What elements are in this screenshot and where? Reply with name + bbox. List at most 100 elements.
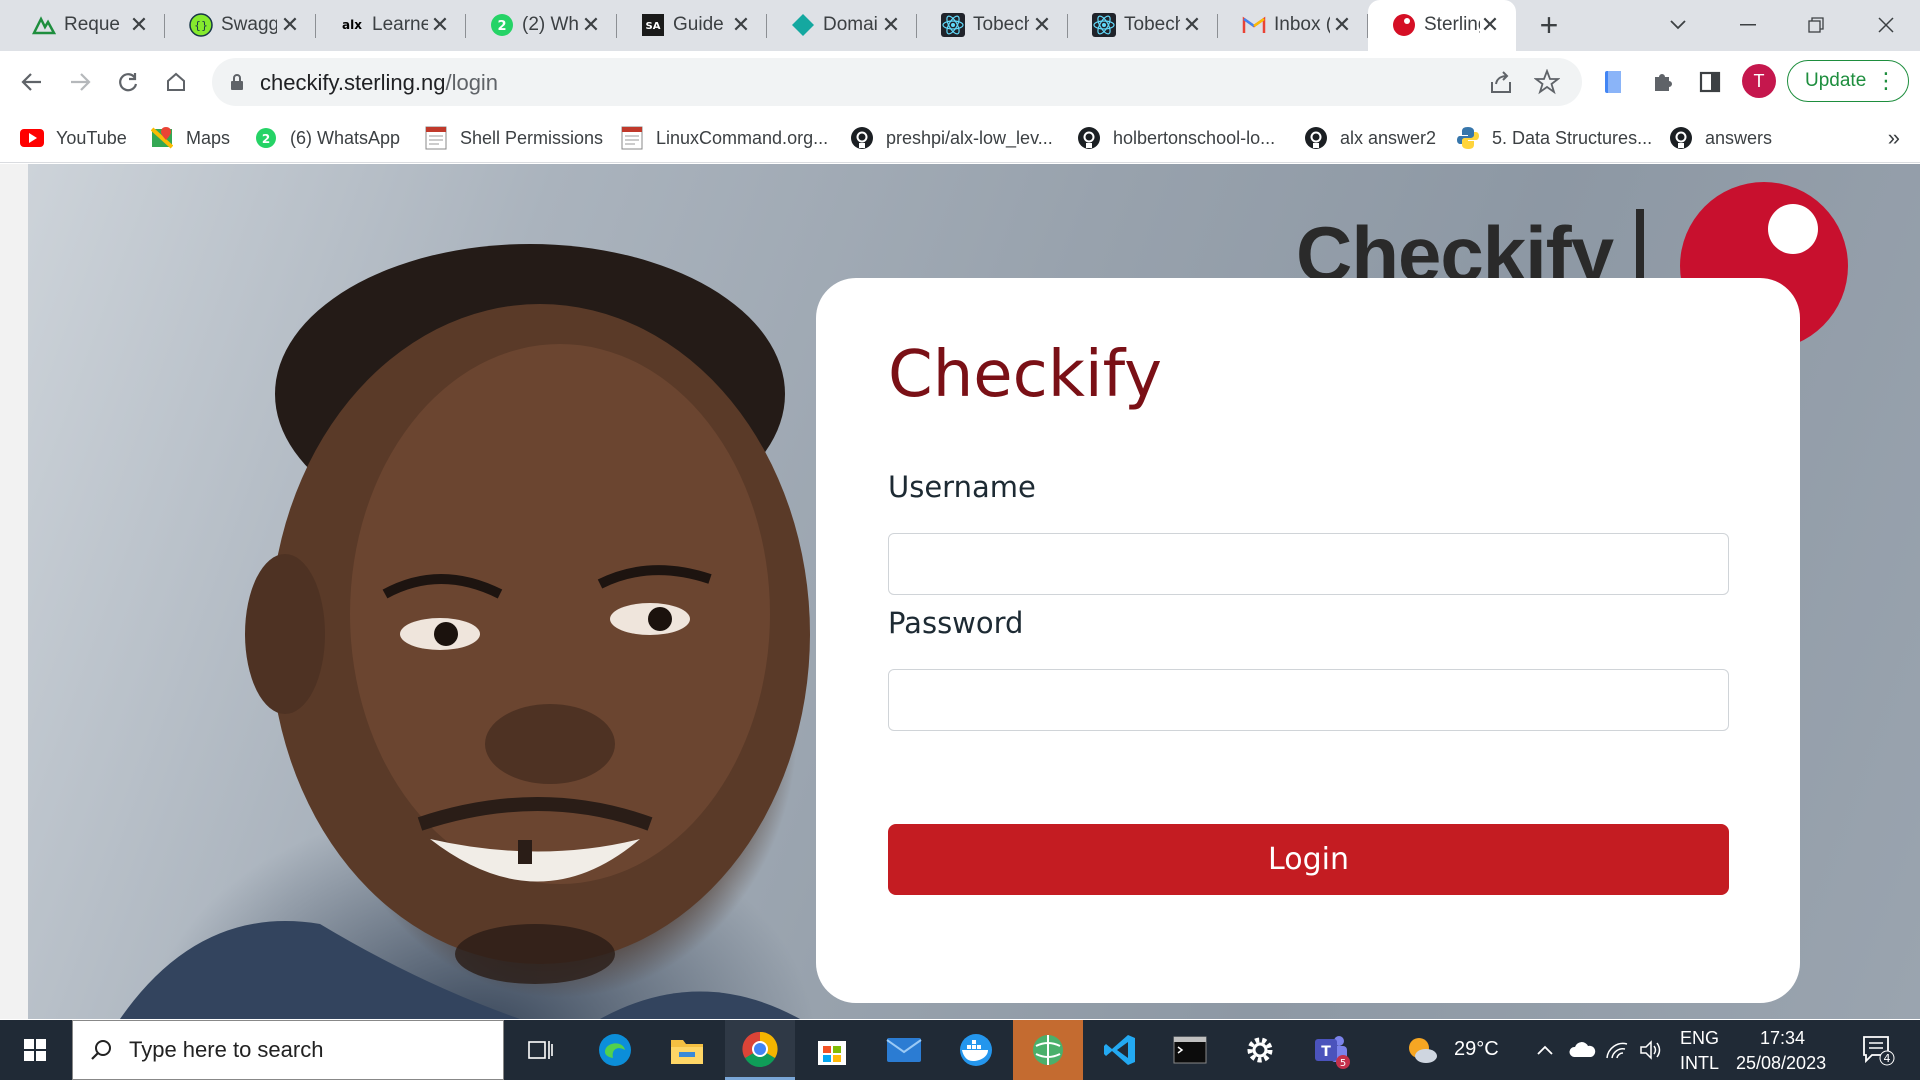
- close-icon[interactable]: ✕: [278, 13, 302, 37]
- language-bottom[interactable]: INTL: [1680, 1053, 1719, 1074]
- minimize-icon: [1740, 24, 1756, 26]
- react-icon: [941, 13, 965, 37]
- close-window-button[interactable]: [1866, 8, 1906, 42]
- tab-search-button[interactable]: [1658, 8, 1698, 42]
- tray-overflow-button[interactable]: [1528, 1020, 1562, 1080]
- cloud-icon: [1569, 1042, 1596, 1057]
- tab-whatsapp[interactable]: 2 (2) WhatsApp ✕: [466, 0, 617, 51]
- close-icon[interactable]: ✕: [1330, 13, 1354, 37]
- side-panel-button[interactable]: [1692, 64, 1728, 100]
- close-icon[interactable]: ✕: [879, 13, 903, 37]
- clock-date[interactable]: 25/08/2023: [1736, 1053, 1826, 1074]
- close-icon[interactable]: ✕: [1180, 13, 1204, 37]
- volume-button[interactable]: [1634, 1020, 1668, 1080]
- notifications-button[interactable]: 4: [1848, 1020, 1908, 1080]
- whatsapp-icon: 2: [254, 126, 278, 150]
- extensions-button[interactable]: [1644, 64, 1680, 100]
- close-icon: [1878, 17, 1894, 33]
- tab-learner[interactable]: alx Learner ✕: [316, 0, 466, 51]
- update-button[interactable]: Update ⋮: [1787, 60, 1909, 102]
- close-icon[interactable]: ✕: [579, 13, 603, 37]
- url-text[interactable]: checkify.sterling.ng/login: [260, 70, 498, 96]
- windows-taskbar: Type here to search T5 29°C ENG INTL 17:…: [0, 1020, 1920, 1080]
- start-button[interactable]: [0, 1020, 70, 1080]
- tab-tobechi-1[interactable]: Tobechi ✕: [917, 0, 1068, 51]
- login-button[interactable]: Login: [888, 824, 1729, 895]
- bookmark-star-icon[interactable]: [1533, 68, 1561, 95]
- taskbar-mail[interactable]: [869, 1020, 939, 1080]
- taskbar-app-globe[interactable]: [1013, 1020, 1083, 1080]
- taskbar-settings[interactable]: [1225, 1020, 1295, 1080]
- bookmark-youtube[interactable]: YouTube: [20, 123, 127, 153]
- close-icon[interactable]: ✕: [1030, 13, 1054, 37]
- close-icon[interactable]: ✕: [127, 13, 151, 37]
- share-icon[interactable]: [1488, 70, 1514, 96]
- taskbar-file-explorer[interactable]: [652, 1020, 722, 1080]
- tab-guide[interactable]: SA Guide ✕: [617, 0, 767, 51]
- bookmark-answers[interactable]: answers: [1669, 123, 1772, 153]
- lock-icon[interactable]: [226, 71, 248, 93]
- onedrive-button[interactable]: [1565, 1020, 1599, 1080]
- alx-icon: alx: [340, 13, 364, 37]
- bookmark-whatsapp[interactable]: 2 (6) WhatsApp: [254, 123, 400, 153]
- forward-button[interactable]: [62, 64, 98, 100]
- bookmark-data-structures[interactable]: 5. Data Structures...: [1456, 123, 1652, 153]
- taskbar-docker[interactable]: [941, 1020, 1011, 1080]
- bookmark-maps[interactable]: Maps: [150, 123, 230, 153]
- react-icon: [1092, 13, 1116, 37]
- taskbar-vscode[interactable]: [1085, 1020, 1155, 1080]
- minimize-button[interactable]: [1728, 8, 1768, 42]
- taskbar-teams[interactable]: T5: [1296, 1020, 1366, 1080]
- mail-icon: [886, 1038, 922, 1062]
- bookmark-preshpi[interactable]: preshpi/alx-low_lev...: [850, 123, 1053, 153]
- close-icon[interactable]: ✕: [1478, 13, 1502, 37]
- clock-time[interactable]: 17:34: [1760, 1028, 1805, 1049]
- task-view-button[interactable]: [505, 1020, 575, 1080]
- language-top[interactable]: ENG: [1680, 1028, 1719, 1049]
- browser-toolbar: checkify.sterling.ng/login T Update ⋮: [0, 51, 1920, 113]
- close-icon[interactable]: ✕: [729, 13, 753, 37]
- bookmarks-overflow-button[interactable]: »: [1888, 125, 1900, 151]
- reload-button[interactable]: [110, 64, 146, 100]
- reading-mode-button[interactable]: [1596, 64, 1632, 100]
- gear-icon: [1247, 1037, 1273, 1063]
- restore-button[interactable]: [1796, 8, 1836, 42]
- home-button[interactable]: [158, 64, 194, 100]
- side-panel-icon: [1699, 71, 1721, 93]
- more-vert-icon[interactable]: ⋮: [1875, 61, 1897, 100]
- tab-tobechi-2[interactable]: Tobechi ✕: [1068, 0, 1218, 51]
- weather-temp[interactable]: 29°C: [1454, 1038, 1499, 1061]
- password-input[interactable]: [888, 669, 1729, 731]
- bookmark-alx-answer2[interactable]: alx answer2: [1304, 123, 1436, 153]
- bookmark-shell-permissions[interactable]: Shell Permissions: [424, 123, 603, 153]
- bookmark-label: 5. Data Structures...: [1492, 127, 1653, 148]
- address-bar[interactable]: checkify.sterling.ng/login: [212, 58, 1582, 106]
- taskbar-chrome[interactable]: [725, 1020, 795, 1080]
- taskbar-terminal[interactable]: [1155, 1020, 1225, 1080]
- tab-inbox[interactable]: Inbox ( ✕: [1218, 0, 1368, 51]
- tab-strip: Request ✕ {} Swagger ✕ alx Learner ✕ 2 (…: [0, 0, 1920, 51]
- username-input[interactable]: [888, 533, 1729, 595]
- taskbar-search-box[interactable]: Type here to search: [72, 1020, 504, 1080]
- network-button[interactable]: [1600, 1020, 1634, 1080]
- bookmarks-bar: YouTube Maps 2 (6) WhatsApp Shell Permis…: [0, 113, 1920, 163]
- tab-sterling[interactable]: Sterling ✕: [1368, 0, 1516, 51]
- bookmark-holbertonschool[interactable]: holbertonschool-lo...: [1077, 123, 1275, 153]
- new-tab-button[interactable]: +: [1533, 9, 1565, 42]
- back-button[interactable]: [14, 64, 50, 100]
- close-icon[interactable]: ✕: [428, 13, 452, 37]
- svg-text:2: 2: [262, 132, 270, 146]
- github-icon: [1669, 126, 1693, 150]
- tab-domain[interactable]: Domain ✕: [767, 0, 917, 51]
- bookmark-linuxcommand[interactable]: LinuxCommand.org...: [620, 123, 828, 153]
- restore-icon: [1808, 17, 1824, 33]
- taskbar-store[interactable]: [797, 1020, 867, 1080]
- taskbar-edge[interactable]: [580, 1020, 650, 1080]
- profile-avatar[interactable]: T: [1742, 64, 1776, 98]
- tab-request[interactable]: Request ✕: [8, 0, 165, 51]
- weather-widget-icon[interactable]: [1392, 1020, 1452, 1080]
- tab-swagger[interactable]: {} Swagger ✕: [165, 0, 316, 51]
- bookmark-label: Maps: [186, 127, 231, 148]
- bookmark-label: alx answer2: [1340, 127, 1437, 148]
- chrome-icon: [742, 1031, 778, 1067]
